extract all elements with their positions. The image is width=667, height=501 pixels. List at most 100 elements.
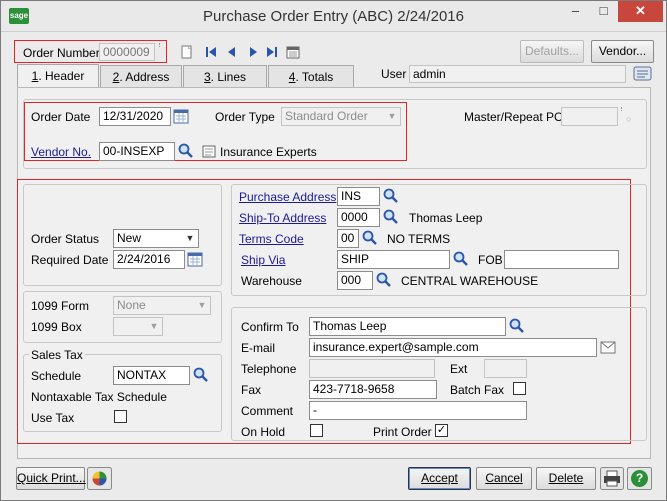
vendor-name: Insurance Experts bbox=[220, 145, 317, 159]
comment-input[interactable]: - bbox=[309, 401, 527, 420]
sales-tax-group-label: Sales Tax bbox=[29, 348, 85, 362]
terms-code-search-icon[interactable] bbox=[362, 230, 378, 246]
master-repeat-input[interactable] bbox=[561, 107, 618, 126]
warehouse-input[interactable]: 000 bbox=[337, 271, 373, 290]
minimize-button[interactable]: – bbox=[562, 1, 589, 22]
ship-to-search-icon[interactable] bbox=[383, 209, 399, 225]
fob-input[interactable] bbox=[504, 250, 619, 269]
ext-label: Ext bbox=[450, 362, 468, 376]
quick-print-label: Quick Print... bbox=[17, 471, 86, 485]
chevron-down-icon: ▼ bbox=[197, 300, 207, 310]
order-number-label: Order Number bbox=[23, 46, 100, 60]
cancel-label: Cancel bbox=[485, 471, 523, 485]
order-number-input[interactable]: 0000009 bbox=[99, 43, 155, 61]
master-repeat-lookup-icon[interactable]: ○ bbox=[626, 114, 631, 124]
order-date-label: Order Date bbox=[31, 110, 91, 124]
print-icon[interactable] bbox=[600, 467, 624, 490]
cancel-button[interactable]: Cancel bbox=[476, 467, 532, 490]
use-tax-checkbox[interactable] bbox=[114, 410, 127, 423]
order-date-calendar-icon[interactable] bbox=[173, 108, 189, 124]
ext-input[interactable] bbox=[484, 359, 527, 378]
next-record-icon[interactable] bbox=[246, 45, 260, 59]
order-type-label: Order Type bbox=[215, 110, 275, 124]
email-label: E-mail bbox=[241, 341, 276, 355]
help-icon: ? bbox=[631, 470, 648, 487]
purchase-address-search-icon[interactable] bbox=[383, 188, 399, 204]
vendor-no-input[interactable]: 00-INSEXP bbox=[99, 142, 175, 161]
tab-header[interactable]: 1. Header bbox=[17, 64, 99, 88]
new-document-icon[interactable] bbox=[180, 45, 194, 59]
tax-schedule-label: Schedule bbox=[31, 369, 82, 383]
purchase-address-input[interactable]: INS bbox=[337, 187, 380, 206]
title-bar: sage Purchase Order Entry (ABC) 2/24/201… bbox=[1, 1, 666, 32]
ship-to-address-input[interactable]: 0000 bbox=[337, 208, 380, 227]
form-1099-select[interactable]: None ▼ bbox=[113, 296, 211, 315]
print-order-label: Print Order bbox=[373, 425, 432, 439]
batch-fax-label: Batch Fax bbox=[450, 383, 505, 397]
accept-label: Accept bbox=[421, 471, 458, 485]
batch-fax-checkbox[interactable] bbox=[513, 382, 526, 395]
close-button[interactable]: ✕ bbox=[618, 1, 663, 22]
quick-print-button[interactable]: Quick Print... bbox=[16, 467, 86, 490]
tab-address[interactable]: 2. Address bbox=[100, 65, 182, 87]
warehouse-search-icon[interactable] bbox=[376, 272, 392, 288]
order-status-label: Order Status bbox=[31, 232, 100, 246]
vendor-memo-icon[interactable] bbox=[202, 144, 216, 158]
help-button[interactable]: ? bbox=[627, 467, 652, 490]
terms-code-desc: NO TERMS bbox=[387, 232, 451, 246]
order-type-select[interactable]: Standard Order ▼ bbox=[281, 107, 401, 126]
previous-record-icon[interactable] bbox=[225, 45, 239, 59]
fax-input[interactable]: 423-7718-9658 bbox=[309, 380, 437, 399]
user-input: admin bbox=[409, 65, 626, 83]
last-record-icon[interactable] bbox=[265, 45, 279, 59]
telephone-label: Telephone bbox=[241, 362, 297, 376]
vendor-lookup-search-icon[interactable] bbox=[178, 143, 194, 159]
order-status-value: New bbox=[117, 231, 142, 245]
vendor-no-link[interactable]: Vendor No. bbox=[31, 145, 91, 159]
tab-header-label: . Header bbox=[38, 69, 85, 83]
vendor-button[interactable]: Vendor... bbox=[591, 40, 654, 63]
tax-schedule-desc: Nontaxable Tax Schedule bbox=[31, 390, 167, 404]
confirm-to-search-icon[interactable] bbox=[509, 318, 525, 334]
first-record-icon[interactable] bbox=[204, 45, 218, 59]
accept-button[interactable]: Accept bbox=[408, 467, 471, 490]
ship-via-input[interactable]: SHIP bbox=[337, 250, 450, 269]
ship-via-search-icon[interactable] bbox=[453, 251, 469, 267]
order-date-input[interactable]: 12/31/2020 bbox=[99, 107, 171, 126]
form-1099-label: 1099 Form bbox=[31, 299, 90, 313]
required-date-calendar-icon[interactable] bbox=[187, 251, 203, 267]
tax-schedule-search-icon[interactable] bbox=[193, 367, 209, 383]
chevron-down-icon: ▼ bbox=[387, 111, 397, 121]
print-order-checkbox[interactable]: ✓ bbox=[435, 424, 448, 437]
confirm-to-input[interactable]: Thomas Leep bbox=[309, 317, 506, 336]
master-repeat-separator bbox=[621, 107, 623, 111]
delete-button[interactable]: Delete bbox=[536, 467, 596, 490]
calendar-icon[interactable] bbox=[286, 45, 300, 59]
box-1099-select[interactable]: ▼ bbox=[113, 317, 163, 336]
maximize-button[interactable]: □ bbox=[590, 1, 617, 22]
terms-code-link[interactable]: Terms Code bbox=[239, 232, 304, 246]
chevron-down-icon: ▼ bbox=[185, 233, 195, 243]
use-tax-label: Use Tax bbox=[31, 411, 75, 425]
defaults-button[interactable]: Defaults... bbox=[520, 40, 584, 63]
tab-lines[interactable]: 3. Lines bbox=[183, 65, 267, 87]
purchase-order-window: sage Purchase Order Entry (ABC) 2/24/201… bbox=[0, 0, 667, 501]
order-status-select[interactable]: New ▼ bbox=[113, 229, 199, 248]
paperless-office-icon[interactable] bbox=[87, 467, 112, 490]
chevron-down-icon: ▼ bbox=[149, 321, 159, 331]
form-1099-value: None bbox=[117, 298, 146, 312]
email-envelope-icon[interactable] bbox=[600, 341, 616, 354]
telephone-input[interactable] bbox=[309, 359, 435, 378]
ship-via-link[interactable]: Ship Via bbox=[241, 253, 285, 267]
required-date-input[interactable]: 2/24/2016 bbox=[113, 250, 185, 269]
email-input[interactable]: insurance.expert@sample.com bbox=[309, 338, 597, 357]
on-hold-checkbox[interactable] bbox=[310, 424, 323, 437]
memo-icon[interactable] bbox=[633, 65, 653, 83]
terms-code-input[interactable]: 00 bbox=[337, 229, 359, 248]
tab-totals[interactable]: 4. Totals bbox=[268, 65, 354, 87]
tax-schedule-input[interactable]: NONTAX bbox=[113, 366, 190, 385]
purchase-address-link[interactable]: Purchase Address bbox=[239, 190, 336, 204]
comment-label: Comment bbox=[241, 404, 294, 418]
ship-to-address-link[interactable]: Ship-To Address bbox=[239, 211, 326, 225]
delete-label: Delete bbox=[548, 471, 584, 485]
